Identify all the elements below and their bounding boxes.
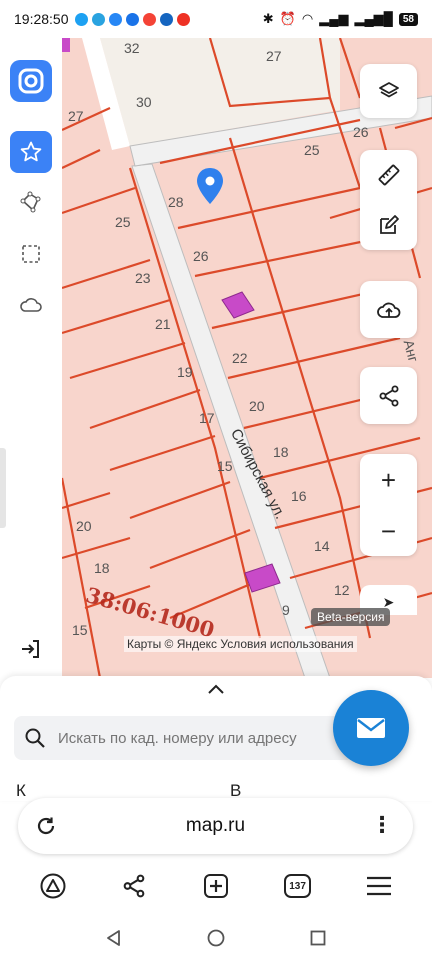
wifi-icon: ◠ [301, 11, 314, 26]
tab-count-badge: 137 [284, 874, 312, 898]
share-icon [124, 874, 145, 898]
layers-button[interactable] [360, 64, 417, 118]
ok-icon [125, 12, 139, 26]
parcel-number: 25 [304, 142, 320, 158]
parcel-number: 20 [76, 518, 92, 534]
parcel-number: 18 [94, 560, 110, 576]
messenger-app-icon [74, 12, 88, 26]
url-text[interactable]: map.ru [18, 815, 413, 837]
exit-icon [22, 640, 39, 658]
parcel-number: 18 [273, 444, 289, 460]
new-tab-button[interactable] [194, 864, 238, 908]
parcel-number: 22 [232, 350, 248, 366]
parcel-number: 20 [249, 398, 265, 414]
search-box[interactable] [14, 716, 354, 760]
battery-icon: 58 [398, 12, 418, 26]
home-icon[interactable] [206, 928, 226, 948]
parcel-number: 32 [124, 40, 140, 56]
alice-assistant-icon [40, 873, 66, 899]
youtube-icon [159, 12, 173, 26]
app-logo-icon [18, 68, 44, 94]
parcel-number: 16 [291, 488, 307, 504]
alarm-icon: ⏰ [279, 11, 296, 26]
edit-icon[interactable] [377, 213, 401, 237]
mail-fab-button[interactable] [333, 690, 409, 766]
status-bar: 19:28:50 ✱ ⏰ ◠ ▂▄▆ ▂▄▆█ 58 [0, 0, 432, 38]
selection-tool-icon [22, 245, 40, 263]
parcel-number: 28 [168, 194, 184, 210]
search-icon [25, 728, 45, 748]
beta-badge: Beta-версия [311, 608, 391, 626]
recents-icon[interactable] [308, 928, 328, 948]
share-button[interactable] [360, 367, 417, 424]
parcel-number: 15 [217, 458, 233, 474]
map-view[interactable]: 32 27 30 27 26 25 28 25 26 23 21 22 19 2… [0, 38, 432, 678]
browser-nav-bar: 137 [0, 856, 432, 916]
parcel-number: 19 [177, 364, 193, 380]
alice-button[interactable] [31, 864, 75, 908]
status-right: ✱ ⏰ ◠ ▂▄▆ ▂▄▆█ 58 [263, 11, 418, 27]
zoom-in-button[interactable]: + [381, 467, 396, 493]
polygon-tool-icon [20, 191, 41, 213]
parcel-number: 17 [199, 410, 215, 426]
share-icon [379, 385, 398, 406]
telegram-icon [91, 12, 105, 26]
menu-button[interactable] [357, 864, 401, 908]
back-icon[interactable] [104, 928, 124, 948]
yandex-browser-icon [142, 12, 156, 26]
polygon-tool-button[interactable] [10, 181, 52, 223]
parcel-number: 26 [353, 124, 369, 140]
chevron-up-icon [208, 684, 224, 694]
parcel-number: 27 [266, 48, 282, 64]
cloud-upload-icon [376, 302, 400, 318]
zoom-out-button[interactable]: − [381, 518, 396, 544]
app-logo[interactable] [10, 60, 52, 102]
measure-edit-group [360, 150, 417, 250]
parcel-number: 23 [135, 270, 151, 286]
status-time: 19:28:50 [14, 11, 69, 27]
parcel-number: 30 [136, 94, 152, 110]
parcel-number: 9 [282, 602, 290, 618]
mail-icon [357, 718, 385, 738]
parcel-number: 27 [68, 108, 84, 124]
parcel-number: 14 [314, 538, 330, 554]
parcel-number: 26 [193, 248, 209, 264]
search-input[interactable] [58, 729, 328, 747]
side-panel-handle[interactable] [0, 448, 6, 528]
yandex-icon [176, 12, 190, 26]
favorites-star-icon [20, 141, 42, 162]
left-toolbar [0, 38, 62, 678]
expand-sheet-button[interactable] [204, 682, 228, 700]
browser-url-bar[interactable]: map.ru ⋮ [18, 798, 413, 854]
tabs-button[interactable]: 137 [276, 864, 320, 908]
favorites-button[interactable] [10, 131, 52, 173]
parcel-number: 12 [334, 582, 350, 598]
signal-icon: ▂▄▆ [319, 11, 349, 26]
selection-tool-button[interactable] [10, 233, 52, 275]
ruler-icon[interactable] [377, 163, 401, 187]
cloud-icon [20, 298, 42, 312]
bluetooth-icon: ✱ [262, 11, 274, 26]
screen: 19:28:50 ✱ ⏰ ◠ ▂▄▆ ▂▄▆█ 58 32 27 30 27 2… [0, 0, 432, 960]
upload-button[interactable] [360, 281, 417, 338]
sheet-tab-label[interactable]: К [16, 781, 26, 801]
parcel-number: 21 [155, 316, 171, 332]
share-page-button[interactable] [112, 864, 156, 908]
vk-icon [108, 12, 122, 26]
zoom-controls: + − [360, 454, 417, 556]
signal-icon: ▂▄▆█ [354, 11, 393, 26]
add-tab-icon [203, 874, 228, 898]
layers-icon [378, 82, 399, 98]
map-attribution[interactable]: Карты © Яндекс Условия использования [124, 636, 357, 652]
parcel-number: 25 [115, 214, 131, 230]
exit-button[interactable] [10, 628, 52, 670]
hamburger-menu-icon [367, 876, 392, 896]
system-nav-bar [0, 916, 432, 960]
parcel-number: 15 [72, 622, 88, 638]
notification-icons [74, 12, 194, 26]
more-menu-icon[interactable]: ⋮ [371, 815, 393, 837]
cloud-button[interactable] [10, 284, 52, 326]
